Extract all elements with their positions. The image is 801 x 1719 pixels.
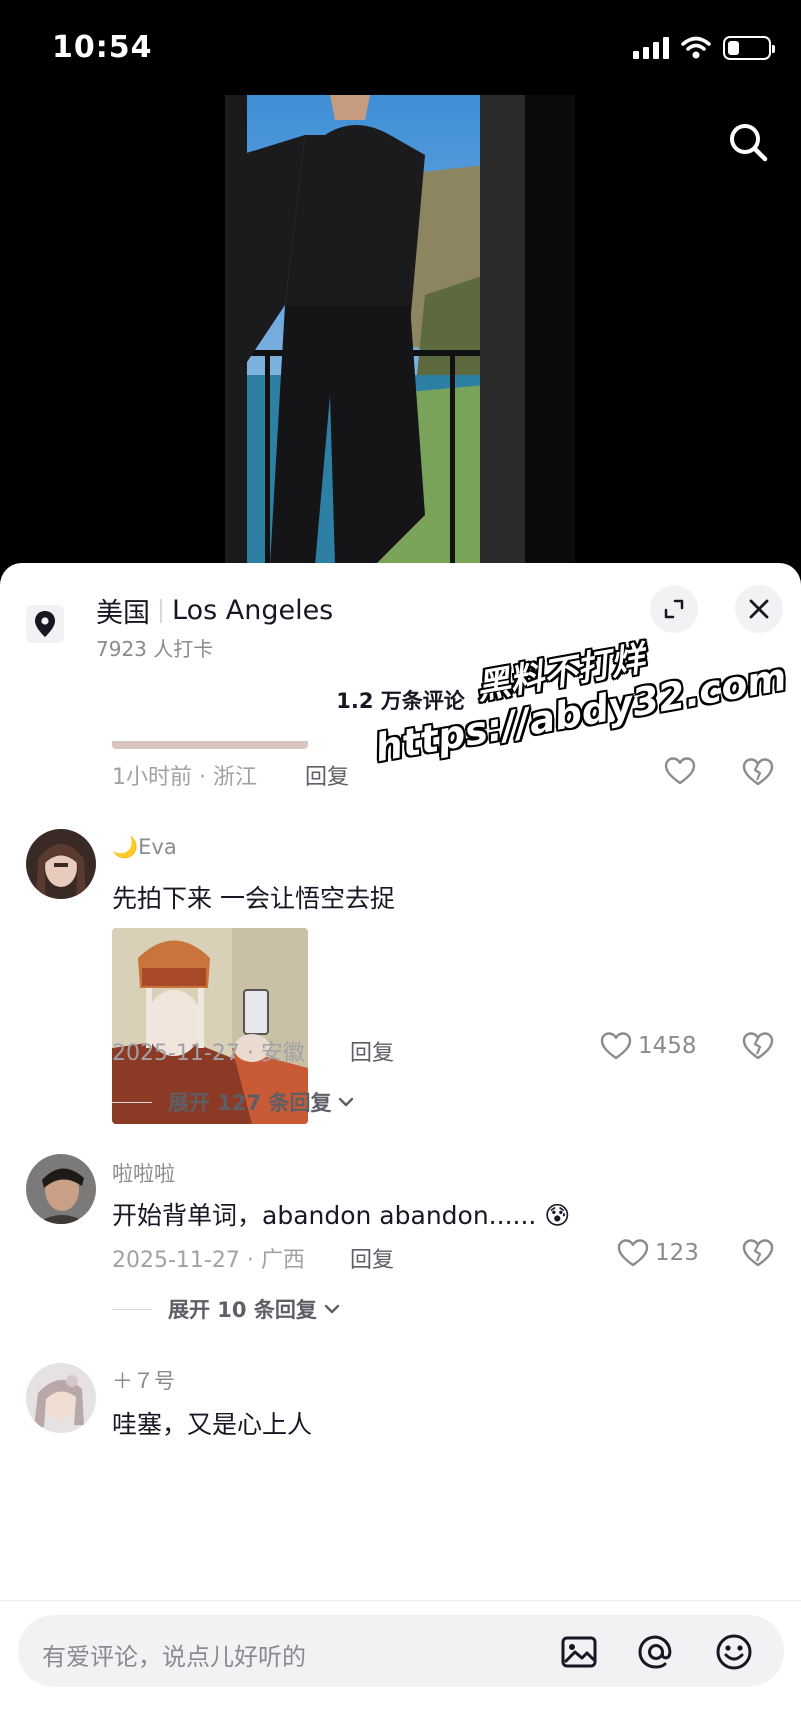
search-icon — [730, 124, 768, 162]
location-country: 美国 — [96, 598, 150, 629]
emoji-button[interactable] — [713, 1631, 755, 1673]
status-time: 10:54 — [52, 30, 153, 65]
comment-1-username[interactable]: 🌙Eva — [112, 835, 177, 860]
comment-1-meta: 2025-11-27 · 安徽 — [112, 1041, 305, 1066]
comment-input-placeholder: 有爱评论，说点儿好听的 — [42, 1643, 306, 1671]
comment-2-like-count: 123 — [655, 1240, 699, 1266]
checkin-count: 7923 人打卡 — [96, 637, 214, 661]
comment-2-meta: 2025-11-27 · 广西 — [112, 1248, 305, 1273]
comment-total: 1.2 万条评论 — [336, 689, 465, 713]
video-photo — [225, 95, 575, 565]
comment-1-like-count: 1458 — [638, 1033, 697, 1059]
comment-2-dislike-button[interactable] — [741, 1237, 775, 1269]
close-icon — [749, 599, 769, 619]
comment-input-bar: 有爱评论，说点儿好听的 — [0, 1600, 801, 1719]
search-button[interactable] — [721, 115, 777, 171]
expand-button[interactable] — [650, 585, 698, 633]
comment-1-like-button[interactable]: 1458 — [600, 1031, 697, 1061]
comment-2-reply-button[interactable]: 回复 — [350, 1242, 394, 1274]
broken-heart-icon — [742, 1239, 774, 1267]
divider — [112, 1101, 152, 1103]
location-name[interactable]: 美国 Los Angeles — [96, 591, 333, 630]
broken-heart-icon — [742, 1032, 774, 1060]
signal-icon — [633, 37, 669, 59]
comment-2-like-button[interactable]: 123 — [617, 1238, 699, 1268]
comment-0-meta: 1小时前 · 浙江 — [112, 765, 257, 790]
expand-icon — [664, 599, 684, 619]
comment-2-avatar[interactable] — [26, 1154, 96, 1224]
comment-1-avatar[interactable] — [26, 829, 96, 899]
comment-1-expand-label: 展开 127 条回复 — [168, 1091, 332, 1115]
heart-icon — [600, 1032, 632, 1060]
emoji-icon — [716, 1634, 752, 1670]
comment-0-like-button[interactable] — [664, 756, 696, 786]
divider — [112, 1308, 152, 1310]
comment-1-text: 先拍下来 一会让悟空去捉 — [112, 884, 395, 913]
chevron-down-icon — [339, 1097, 354, 1107]
status-icons — [633, 36, 775, 60]
location-pin-icon — [26, 605, 64, 643]
comment-2-expand-replies[interactable]: 展开 10 条回复 — [112, 1294, 343, 1324]
comment-0-dislike-button[interactable] — [741, 756, 775, 788]
comment-sheet: 美国 Los Angeles 7923 人打卡 1.2 万条评论 1小时前 · … — [0, 563, 801, 1719]
divider — [160, 598, 162, 623]
chevron-down-icon — [324, 1304, 340, 1314]
image-icon — [561, 1636, 597, 1668]
wifi-icon — [681, 36, 711, 59]
comment-0-reply-button[interactable]: 回复 — [305, 759, 349, 791]
location-city: Los Angeles — [172, 595, 334, 626]
comment-2-text: 开始背单词，abandon abandon...... 😰 — [112, 1201, 571, 1230]
comment-input[interactable]: 有爱评论，说点儿好听的 — [18, 1615, 784, 1687]
mention-button[interactable] — [635, 1631, 677, 1673]
close-button[interactable] — [735, 585, 783, 633]
video-area[interactable] — [0, 95, 801, 565]
previous-image-edge — [112, 741, 308, 749]
comment-2-username[interactable]: 啦啦啦 — [112, 1158, 175, 1188]
comment-3-avatar[interactable] — [26, 1363, 96, 1433]
status-bar: 10:54 — [0, 0, 801, 95]
comment-1-expand-replies[interactable]: 展开 127 条回复 — [112, 1087, 357, 1117]
at-icon — [638, 1635, 672, 1669]
location-header[interactable]: 美国 Los Angeles 7923 人打卡 — [0, 563, 801, 673]
comment-3-text: 哇塞，又是心上人 — [112, 1410, 313, 1439]
image-button[interactable] — [558, 1631, 600, 1673]
comment-3-username[interactable]: ＋７号 — [112, 1365, 175, 1395]
comment-1-reply-button[interactable]: 回复 — [350, 1035, 394, 1067]
heart-icon — [664, 757, 696, 785]
broken-heart-icon — [742, 758, 774, 786]
comment-2-expand-label: 展开 10 条回复 — [168, 1298, 317, 1322]
heart-icon — [617, 1239, 649, 1267]
comment-1-dislike-button[interactable] — [741, 1030, 775, 1062]
battery-icon — [723, 36, 775, 60]
